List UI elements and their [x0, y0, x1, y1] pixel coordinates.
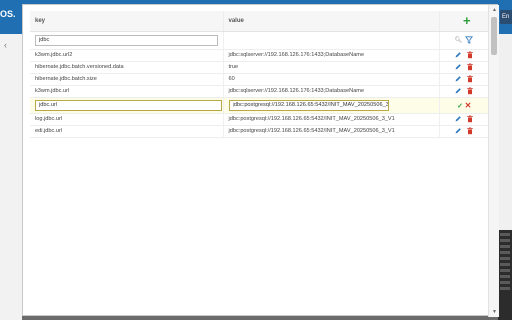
edit-value-cell [223, 97, 440, 114]
row-key: edi.jdbc.url [30, 125, 224, 138]
table-header-row: key value + [30, 11, 489, 32]
actions-column-header: + [439, 11, 489, 32]
filter-actions-cell: 🔍︎ [439, 31, 489, 50]
key-filter-input[interactable] [35, 34, 218, 46]
row-key: k3wm.jdbc.url2 [30, 49, 224, 62]
close-icon[interactable]: ✕ [465, 101, 472, 110]
edit-key-cell [30, 97, 224, 114]
row-value: true [223, 61, 440, 74]
row-value: jdbc:sqlserver://192.168.126.176:1433;Da… [223, 85, 440, 98]
properties-dialog: key value + 🔍︎ [22, 4, 499, 317]
app-right-dark-panel [498, 230, 512, 320]
trash-icon[interactable] [466, 75, 474, 83]
row-value: jdbc:postgresql://192.168.126.65:5432/IN… [223, 125, 440, 138]
plus-icon[interactable]: + [463, 14, 471, 27]
row-value: jdbc:postgresql://192.168.126.65:5432/IN… [223, 113, 440, 126]
pencil-icon[interactable] [454, 51, 462, 59]
filter-icon[interactable] [464, 36, 473, 44]
pencil-icon[interactable] [454, 63, 462, 71]
trash-icon[interactable] [466, 63, 474, 71]
pencil-icon[interactable] [454, 75, 462, 83]
scroll-down-arrow-icon[interactable]: ▼ [492, 309, 497, 315]
key-column-header: key [30, 11, 224, 32]
key-filter-cell [30, 31, 224, 50]
properties-grid: key value + 🔍︎ [30, 11, 509, 138]
table-row: hibernate.jdbc.batch.size 60 [30, 73, 489, 86]
properties-table: key value + 🔍︎ [30, 11, 489, 138]
table-row: k3wm.jdbc.url2 jdbc:sqlserver://192.168.… [30, 49, 489, 62]
pencil-icon[interactable] [454, 87, 462, 95]
app-logo: OS. [0, 9, 16, 19]
scroll-up-arrow-icon[interactable]: ▲ [492, 7, 497, 13]
search-icon[interactable]: 🔍︎ [455, 37, 463, 43]
trash-icon[interactable] [466, 127, 474, 135]
pencil-icon[interactable] [454, 115, 462, 123]
trash-icon[interactable] [466, 51, 474, 59]
app-sidebar-background [0, 34, 22, 320]
trash-icon[interactable] [466, 115, 474, 123]
edit-key-input[interactable] [35, 99, 222, 111]
row-key: k3wm.jdbc.url [30, 85, 224, 98]
value-filter-cell [223, 31, 440, 50]
chevron-left-icon[interactable]: ‹ [4, 40, 7, 50]
editing-row: ✓ ✕ [30, 97, 489, 114]
row-value: 60 [223, 73, 440, 86]
edit-value-input[interactable] [228, 99, 389, 111]
row-key: hibernate.jdbc.batch.versioned.data [30, 61, 224, 74]
trash-icon[interactable] [466, 87, 474, 95]
vertical-scrollbar[interactable]: ▲ ▼ [488, 5, 499, 317]
table-row: log.jdbc.url jdbc:postgresql://192.168.1… [30, 113, 489, 126]
table-row: hibernate.jdbc.batch.versioned.data true [30, 61, 489, 74]
filter-row: 🔍︎ [30, 31, 489, 50]
row-key: log.jdbc.url [30, 113, 224, 126]
row-value: jdbc:sqlserver://192.168.126.176:1433;Da… [223, 49, 440, 62]
pencil-icon[interactable] [454, 127, 462, 135]
value-column-header: value [223, 11, 440, 32]
table-row: k3wm.jdbc.url jdbc:sqlserver://192.168.1… [30, 85, 489, 98]
table-row: edi.jdbc.url jdbc:postgresql://192.168.1… [30, 125, 489, 138]
row-key: hibernate.jdbc.batch.size [30, 73, 224, 86]
scrollbar-thumb[interactable] [491, 17, 497, 55]
check-icon[interactable]: ✓ [457, 103, 463, 110]
